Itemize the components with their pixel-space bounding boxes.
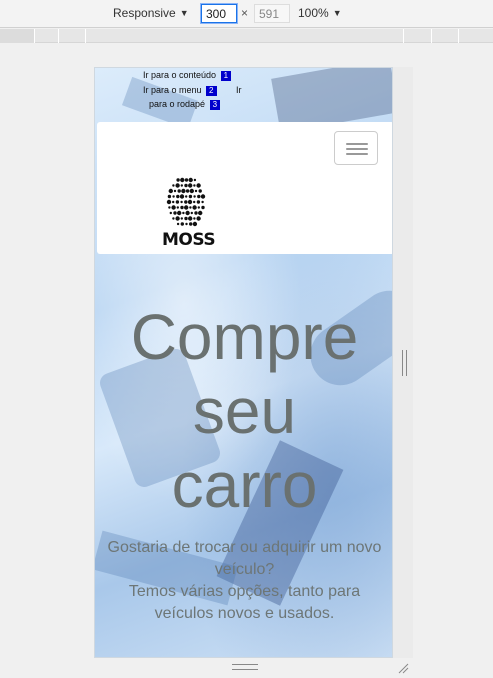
hero-text-line1: Gostaria de trocar ou adquirir um novo v… [107, 539, 382, 578]
skip-to-menu-link[interactable]: Ir para o menu 2 [143, 83, 217, 97]
media-query-ruler[interactable] [0, 29, 493, 43]
viewport-height-input[interactable] [254, 4, 290, 23]
ruler-divider [431, 29, 432, 43]
device-preset-select[interactable]: Responsive ▼ [113, 6, 189, 20]
ruler-divider [58, 29, 59, 43]
devtools-toolbar: Responsive ▼ × 100% ▼ [0, 0, 493, 28]
hero-text: Gostaria de trocar ou adquirir um novo v… [105, 537, 384, 625]
dimension-separator: × [241, 6, 249, 20]
hero-title: Compre seu carro [130, 301, 359, 521]
site-logo[interactable]: MOSS [162, 174, 216, 250]
hamburger-icon[interactable] [334, 131, 378, 165]
ruler-divider [403, 29, 404, 43]
device-viewport: Ir para o conteúdo 1 Ir para o menu 2 Ir… [94, 67, 393, 658]
chevron-down-icon: ▼ [179, 8, 189, 18]
resize-corner-icon[interactable] [397, 662, 409, 674]
device-preset-label: Responsive [113, 6, 176, 20]
ruler-divider [85, 29, 86, 43]
hero-text-line2: Temos várias opções, tanto para veículos… [128, 583, 361, 622]
logo-text: MOSS [162, 230, 216, 250]
viewport-height-resize-handle[interactable] [232, 664, 258, 670]
ruler-segment[interactable] [0, 29, 34, 43]
site-header: MOSS [97, 122, 392, 254]
zoom-label: 100% [298, 6, 329, 20]
ruler-divider [34, 29, 35, 43]
ruler-divider [458, 29, 459, 43]
viewport-width-input[interactable] [201, 4, 237, 23]
skip-to-footer-link-start[interactable]: Ir [236, 83, 242, 97]
skip-to-footer-link[interactable]: para o rodapé 3 [149, 97, 221, 111]
skip-to-content-link[interactable]: Ir para o conteúdo 1 [143, 68, 232, 82]
logo-dots-icon [166, 177, 206, 227]
zoom-select[interactable]: 100% ▼ [298, 6, 342, 20]
viewport-width-resize-handle[interactable] [402, 350, 407, 376]
chevron-down-icon: ▼ [332, 8, 342, 18]
